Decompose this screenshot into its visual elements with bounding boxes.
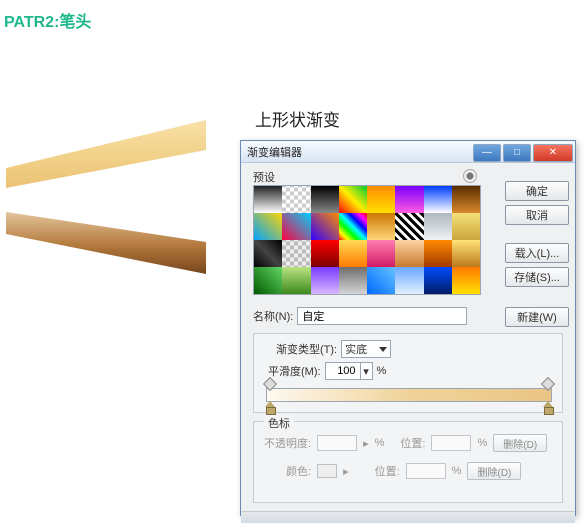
name-row: 名称(N): <box>253 307 467 325</box>
window-buttons: — □ ✕ <box>473 142 575 162</box>
section-label: 上形状渐变 <box>255 106 340 131</box>
opacity-input[interactable] <box>317 435 357 451</box>
preset-swatch[interactable] <box>339 186 367 213</box>
dialog-titlebar[interactable]: 渐变编辑器 — □ ✕ <box>241 141 575 163</box>
preset-swatch[interactable] <box>395 240 423 267</box>
preset-swatch[interactable] <box>367 240 395 267</box>
preset-swatch[interactable] <box>282 213 310 240</box>
percent-label: % <box>377 365 387 377</box>
name-input[interactable] <box>297 307 467 325</box>
delete-color-stop-button[interactable]: 删除(D) <box>467 462 521 480</box>
preset-swatch[interactable] <box>339 240 367 267</box>
preset-swatch[interactable] <box>254 213 282 240</box>
preset-swatch[interactable] <box>367 213 395 240</box>
percent-label: % <box>477 437 487 449</box>
percent-label: % <box>375 437 385 449</box>
preset-swatch[interactable] <box>424 213 452 240</box>
right-button-stack: 确定 取消 载入(L)... 存储(S)... <box>505 181 569 287</box>
position-label: 位置: <box>375 463 400 479</box>
gradient-type-row: 渐变类型(T): 实底 <box>276 340 391 358</box>
smoothness-label: 平滑度(M): <box>268 363 321 379</box>
maximize-button[interactable]: □ <box>503 144 531 162</box>
gradient-type-value: 实底 <box>345 341 367 357</box>
dialog-body: 预设 确定 取消 载入(L)... 存储(S)... 名称(N): 新建(W) … <box>241 163 575 515</box>
preset-swatch[interactable] <box>311 240 339 267</box>
pen-tip-illustration <box>6 120 216 300</box>
delete-opacity-stop-button[interactable]: 删除(D) <box>493 434 547 452</box>
gradient-shape-lower <box>6 210 216 280</box>
close-button[interactable]: ✕ <box>533 144 573 162</box>
preset-swatch[interactable] <box>282 240 310 267</box>
opacity-stop-right[interactable] <box>543 379 553 389</box>
color-stop-row: 颜色: ▸ 位置: % 删除(D) <box>264 462 521 480</box>
preset-swatch[interactable] <box>282 186 310 213</box>
ok-button[interactable]: 确定 <box>505 181 569 201</box>
gradient-bar[interactable] <box>266 388 552 402</box>
preset-swatch[interactable] <box>395 267 423 294</box>
presets-grid[interactable] <box>253 185 481 295</box>
gradient-shape-upper <box>6 120 216 190</box>
new-button[interactable]: 新建(W) <box>505 307 569 327</box>
preset-swatch[interactable] <box>311 213 339 240</box>
smoothness-spinner[interactable]: ▾ <box>325 362 373 380</box>
color-swatch[interactable] <box>317 464 337 478</box>
name-label: 名称(N): <box>253 308 293 324</box>
preset-swatch[interactable] <box>395 186 423 213</box>
preset-swatch[interactable] <box>254 186 282 213</box>
preset-swatch[interactable] <box>367 267 395 294</box>
gradient-type-label: 渐变类型(T): <box>276 341 337 357</box>
preset-swatch[interactable] <box>339 267 367 294</box>
preset-swatch[interactable] <box>367 186 395 213</box>
preset-swatch[interactable] <box>452 240 480 267</box>
position-label: 位置: <box>400 435 425 451</box>
save-button[interactable]: 存储(S)... <box>505 267 569 287</box>
gradient-type-select[interactable]: 实底 <box>341 340 391 358</box>
preset-swatch[interactable] <box>395 213 423 240</box>
gear-icon[interactable] <box>463 169 477 183</box>
stops-legend: 色标 <box>264 415 294 431</box>
dialog-title: 渐变编辑器 <box>241 144 473 160</box>
opacity-position-input[interactable] <box>431 435 471 451</box>
chevron-down-icon <box>379 347 387 352</box>
gradient-options-group: 渐变类型(T): 实底 平滑度(M): ▾ % <box>253 333 563 413</box>
gradient-editor-dialog: 渐变编辑器 — □ ✕ 预设 确定 取消 载入(L)... 存储(S)... 名… <box>240 140 576 516</box>
color-position-input[interactable] <box>406 463 446 479</box>
color-stop-left[interactable] <box>265 401 275 413</box>
preset-swatch[interactable] <box>424 240 452 267</box>
stops-group: 色标 不透明度: ▸ % 位置: % 删除(D) 颜色: ▸ 位置: % 删除(… <box>253 421 563 503</box>
opacity-stop-row: 不透明度: ▸ % 位置: % 删除(D) <box>264 434 547 452</box>
chevron-down-icon[interactable]: ▾ <box>361 362 373 380</box>
preset-swatch[interactable] <box>452 186 480 213</box>
preset-swatch[interactable] <box>254 240 282 267</box>
load-button[interactable]: 载入(L)... <box>505 243 569 263</box>
smoothness-input[interactable] <box>325 362 361 380</box>
color-label: 颜色: <box>286 463 311 479</box>
minimize-button[interactable]: — <box>473 144 501 162</box>
preset-swatch[interactable] <box>282 267 310 294</box>
cancel-button[interactable]: 取消 <box>505 205 569 225</box>
percent-label: % <box>452 465 462 477</box>
color-stop-right[interactable] <box>543 401 553 413</box>
preset-swatch[interactable] <box>424 186 452 213</box>
page-title: PATR2:笔头 <box>0 0 584 40</box>
preset-swatch[interactable] <box>424 267 452 294</box>
preset-swatch[interactable] <box>452 267 480 294</box>
preset-swatch[interactable] <box>311 186 339 213</box>
dropdown-caret-icon: ▸ <box>363 437 369 450</box>
dropdown-caret-icon: ▸ <box>343 465 349 478</box>
preset-swatch[interactable] <box>254 267 282 294</box>
preset-swatch[interactable] <box>452 213 480 240</box>
dialog-footer <box>241 511 575 523</box>
opacity-stop-left[interactable] <box>265 379 275 389</box>
opacity-label: 不透明度: <box>264 435 311 451</box>
preset-swatch[interactable] <box>339 213 367 240</box>
smoothness-row: 平滑度(M): ▾ % <box>268 362 386 380</box>
preset-swatch[interactable] <box>311 267 339 294</box>
presets-label: 预设 <box>253 169 275 185</box>
